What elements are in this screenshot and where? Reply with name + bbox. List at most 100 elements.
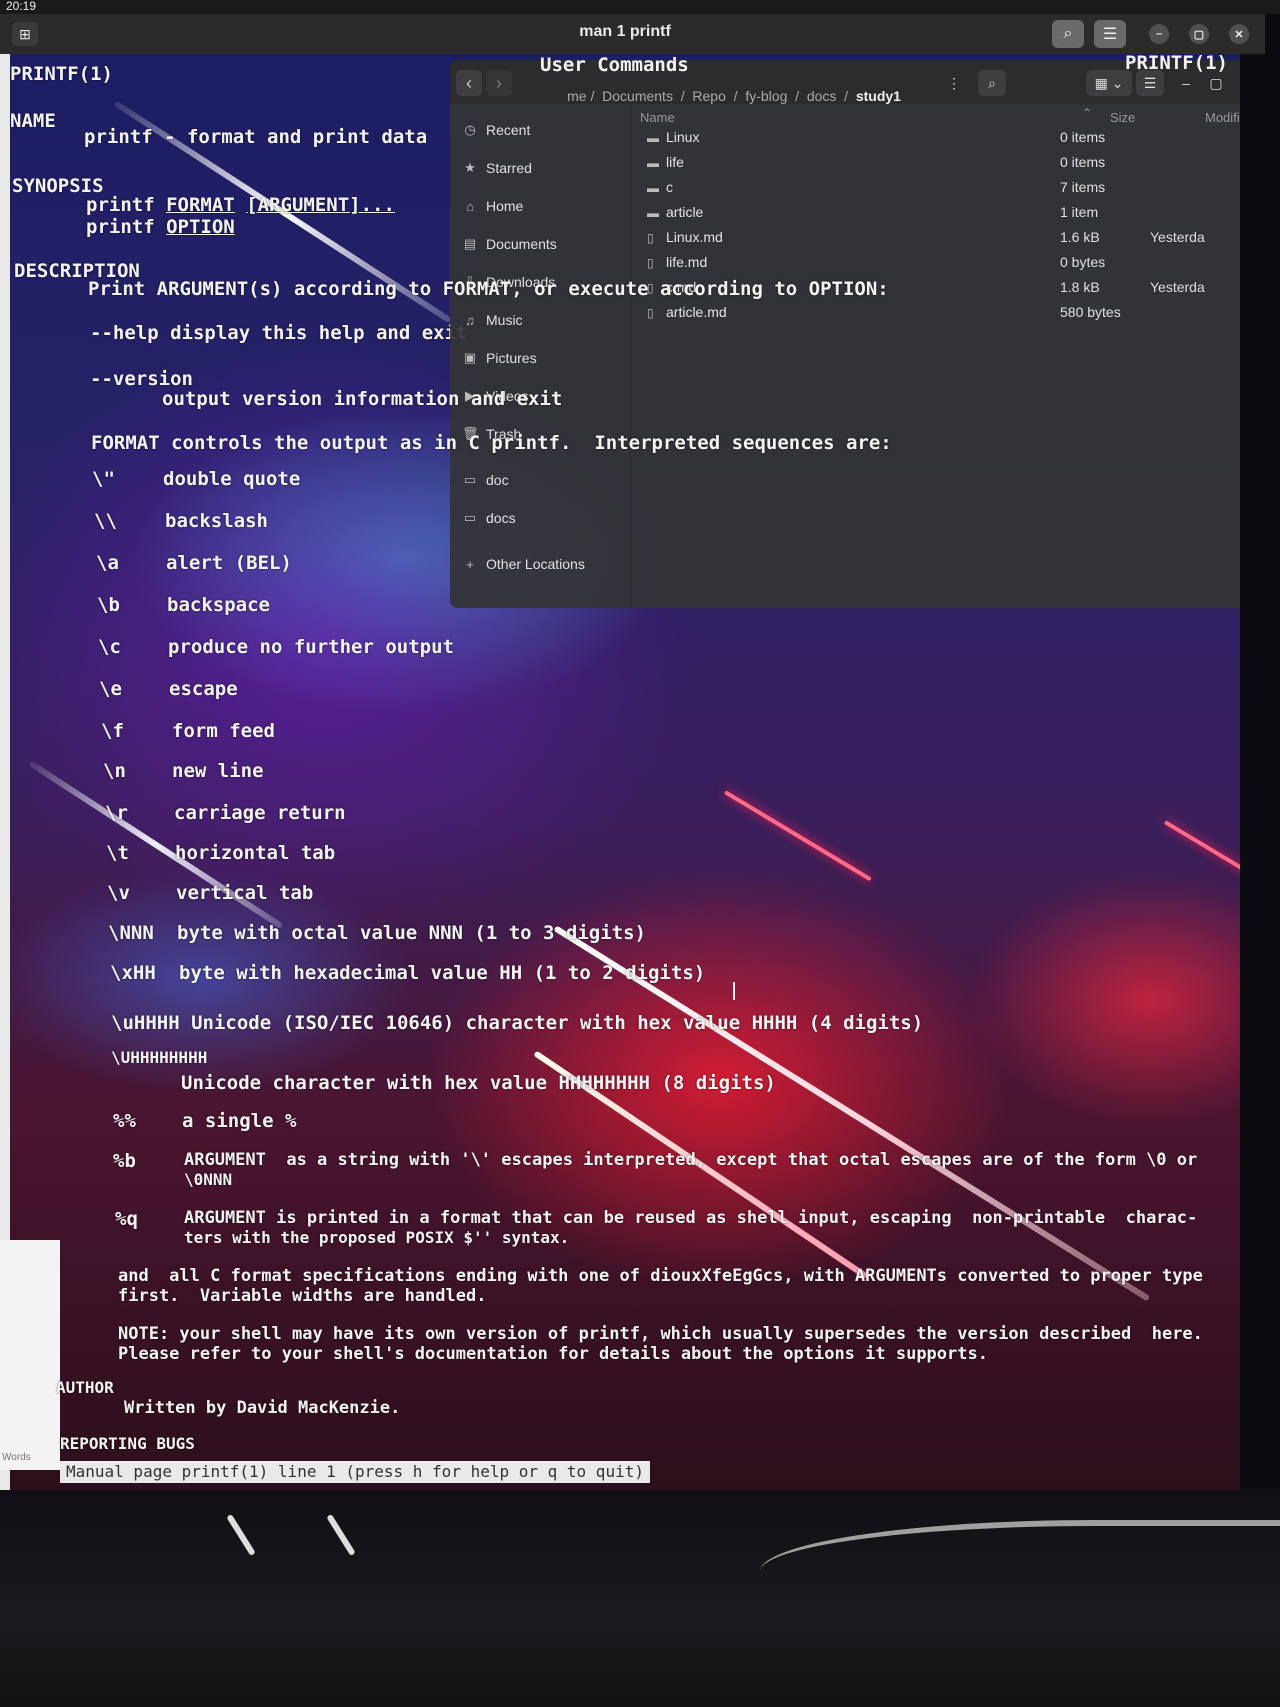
format-intro: FORMAT controls the output as in C print… xyxy=(91,432,892,454)
sidebar-item-other-locations[interactable]: + Other Locations xyxy=(462,556,585,572)
forward-button[interactable]: › xyxy=(486,70,512,96)
wallpaper-neon-line xyxy=(723,790,872,882)
sidebar-item-starred[interactable]: ★ Starred xyxy=(462,160,532,176)
sidebar-item-music[interactable]: ♫ Music xyxy=(462,312,523,328)
hamburger-menu-icon: ☰ xyxy=(1102,26,1118,43)
home-icon: ⌂ xyxy=(466,198,474,214)
sidebar-item-documents[interactable]: ▤ Documents xyxy=(462,236,557,252)
and-line-1: and all C format specifications ending w… xyxy=(118,1266,1203,1286)
sidebar-item-label: doc xyxy=(486,472,509,488)
search-button[interactable]: ⌕ xyxy=(978,70,1006,96)
search-icon: ⌕ xyxy=(988,74,996,91)
escape-sequence-code: \xHH xyxy=(110,962,156,984)
file-manager-window[interactable]: ‹ › me / Documents / Repo / fy-blog / do… xyxy=(450,60,1240,608)
folder-icon: ▬ xyxy=(647,131,659,145)
sidebar-item-label: Documents xyxy=(486,236,557,252)
keyboard-light xyxy=(326,1513,356,1557)
folder-icon: ▬ xyxy=(647,181,659,195)
terminal-minimize-button[interactable]: – xyxy=(1149,24,1169,44)
file-row[interactable]: ▬ c 7 items xyxy=(640,179,1240,203)
file-row[interactable]: ▯ Linux.md 1.6 kB Yesterda xyxy=(640,229,1240,253)
file-row[interactable]: ▬ Linux 0 items xyxy=(640,129,1240,153)
system-top-bar: 20:19 xyxy=(0,0,1280,14)
file-name: article xyxy=(666,204,704,220)
clock[interactable]: 20:19 xyxy=(6,0,36,13)
sidebar-item-label: Pictures xyxy=(486,350,537,366)
description-text: Print ARGUMENT(s) according to FORMAT, o… xyxy=(88,278,889,300)
sidebar-item-label: Music xyxy=(486,312,523,328)
author-text: Written by David MacKenzie. xyxy=(124,1398,401,1418)
text-file-icon: ▯ xyxy=(647,306,654,320)
escape-sequence-code: \e xyxy=(99,678,122,700)
terminal-search-button[interactable]: ⌕ xyxy=(1052,20,1084,48)
pct-desc: a single % xyxy=(182,1110,297,1132)
breadcrumb-item[interactable]: fy-blog xyxy=(745,88,787,104)
sidebar-item-home[interactable]: ⌂ Home xyxy=(462,198,523,214)
folder-icon: ▬ xyxy=(647,206,659,220)
kebab-menu-icon: ⋮ xyxy=(947,74,961,91)
file-name: c xyxy=(666,179,673,195)
file-row[interactable]: ▬ article 1 item xyxy=(640,204,1240,228)
man-header-right: PRINTF(1) xyxy=(1125,52,1228,74)
menu-more-button[interactable]: ⋮ xyxy=(940,70,968,96)
terminal-menu-button[interactable]: ☰ xyxy=(1094,20,1126,48)
pager-status-line: Manual page printf(1) line 1 (press h fo… xyxy=(60,1461,650,1483)
escape-sequence-code: \b xyxy=(97,594,120,616)
b-seq: %b xyxy=(113,1150,136,1172)
synopsis-option: OPTION xyxy=(166,216,235,238)
breadcrumb-current[interactable]: study1 xyxy=(856,88,901,104)
sidebar-item-label: Recent xyxy=(486,122,531,138)
chevron-right-icon: › xyxy=(496,72,502,93)
sidebar-item-pictures[interactable]: ▣ Pictures xyxy=(462,350,537,366)
file-size: 1.8 kB xyxy=(1060,279,1100,295)
synopsis-argument: [ARGUMENT]... xyxy=(246,194,395,216)
breadcrumb-item[interactable]: Documents xyxy=(602,88,673,104)
note-line-2: Please refer to your shell's documentati… xyxy=(118,1344,988,1364)
text-file-icon: ▯ xyxy=(647,256,654,270)
synopsis-cmd: printf xyxy=(86,194,155,216)
monitor-screen: Words PRINTF(1) NAME printf - format and… xyxy=(0,0,1240,1490)
escape-sequence-description: produce no further output xyxy=(168,636,454,658)
file-name: article.md xyxy=(666,304,727,320)
section-author-heading: AUTHOR xyxy=(56,1378,114,1397)
escape-sequence-code: \" xyxy=(92,468,115,490)
name-text: printf - format and print data xyxy=(84,126,428,148)
file-size: 0 bytes xyxy=(1060,254,1106,270)
file-size: 1 item xyxy=(1060,204,1099,220)
breadcrumb-item[interactable]: Repo xyxy=(692,88,725,104)
sidebar-item-docs[interactable]: ▭ docs xyxy=(462,510,516,526)
back-button[interactable]: ‹ xyxy=(456,70,482,96)
escape-sequence-code: \t xyxy=(106,842,129,864)
sidebar-item-label: docs xyxy=(486,510,516,526)
synopsis-cmd: printf xyxy=(86,216,155,238)
file-size: 1.6 kB xyxy=(1060,229,1100,245)
file-row[interactable]: ▯ article.md 580 bytes xyxy=(640,304,1240,328)
star-icon: ★ xyxy=(464,160,476,175)
q-desc-2: ters with the proposed POSIX $'' syntax. xyxy=(184,1228,570,1247)
breadcrumb-item[interactable]: me xyxy=(567,88,586,104)
file-row[interactable]: ▬ life 0 items xyxy=(640,154,1240,178)
file-modified: Yesterda xyxy=(1150,279,1205,295)
escape-sequence-description: double quote xyxy=(163,468,301,490)
escape-sequence-description: byte with octal value NNN (1 to 3 digits… xyxy=(177,922,646,944)
terminal-close-button[interactable]: ✕ xyxy=(1229,24,1249,44)
sidebar-item-doc[interactable]: ▭ doc xyxy=(462,472,509,488)
escape-sequence-description: backspace xyxy=(167,594,270,616)
terminal-headerbar: ⊞ man 1 printf ⌕ ☰ – ▢ ✕ xyxy=(0,14,1265,54)
uhhhhhhhh-desc: Unicode character with hex value HHHHHHH… xyxy=(181,1072,776,1094)
maximize-icon: ▢ xyxy=(1209,74,1223,91)
terminal-maximize-button[interactable]: ▢ xyxy=(1189,24,1209,44)
sidebar-item-label: Other Locations xyxy=(486,556,585,572)
word-count-label: Words xyxy=(2,1452,31,1463)
file-size: 0 items xyxy=(1060,154,1106,170)
version-text: output version information and exit xyxy=(162,388,563,410)
file-row[interactable]: ▯ life.md 0 bytes xyxy=(640,254,1240,278)
section-reporting-bugs-heading: REPORTING BUGS xyxy=(60,1434,195,1453)
escape-sequence-description: horizontal tab xyxy=(175,842,336,864)
breadcrumb-item[interactable]: docs xyxy=(807,88,837,104)
uhhhhhhhh-seq: \UHHHHHHHH xyxy=(111,1048,208,1067)
sidebar-item-recent[interactable]: ◷ Recent xyxy=(462,122,530,138)
file-name: Linux.md xyxy=(666,229,723,245)
escape-sequence-code: \n xyxy=(103,760,126,782)
file-size: 7 items xyxy=(1060,179,1106,195)
